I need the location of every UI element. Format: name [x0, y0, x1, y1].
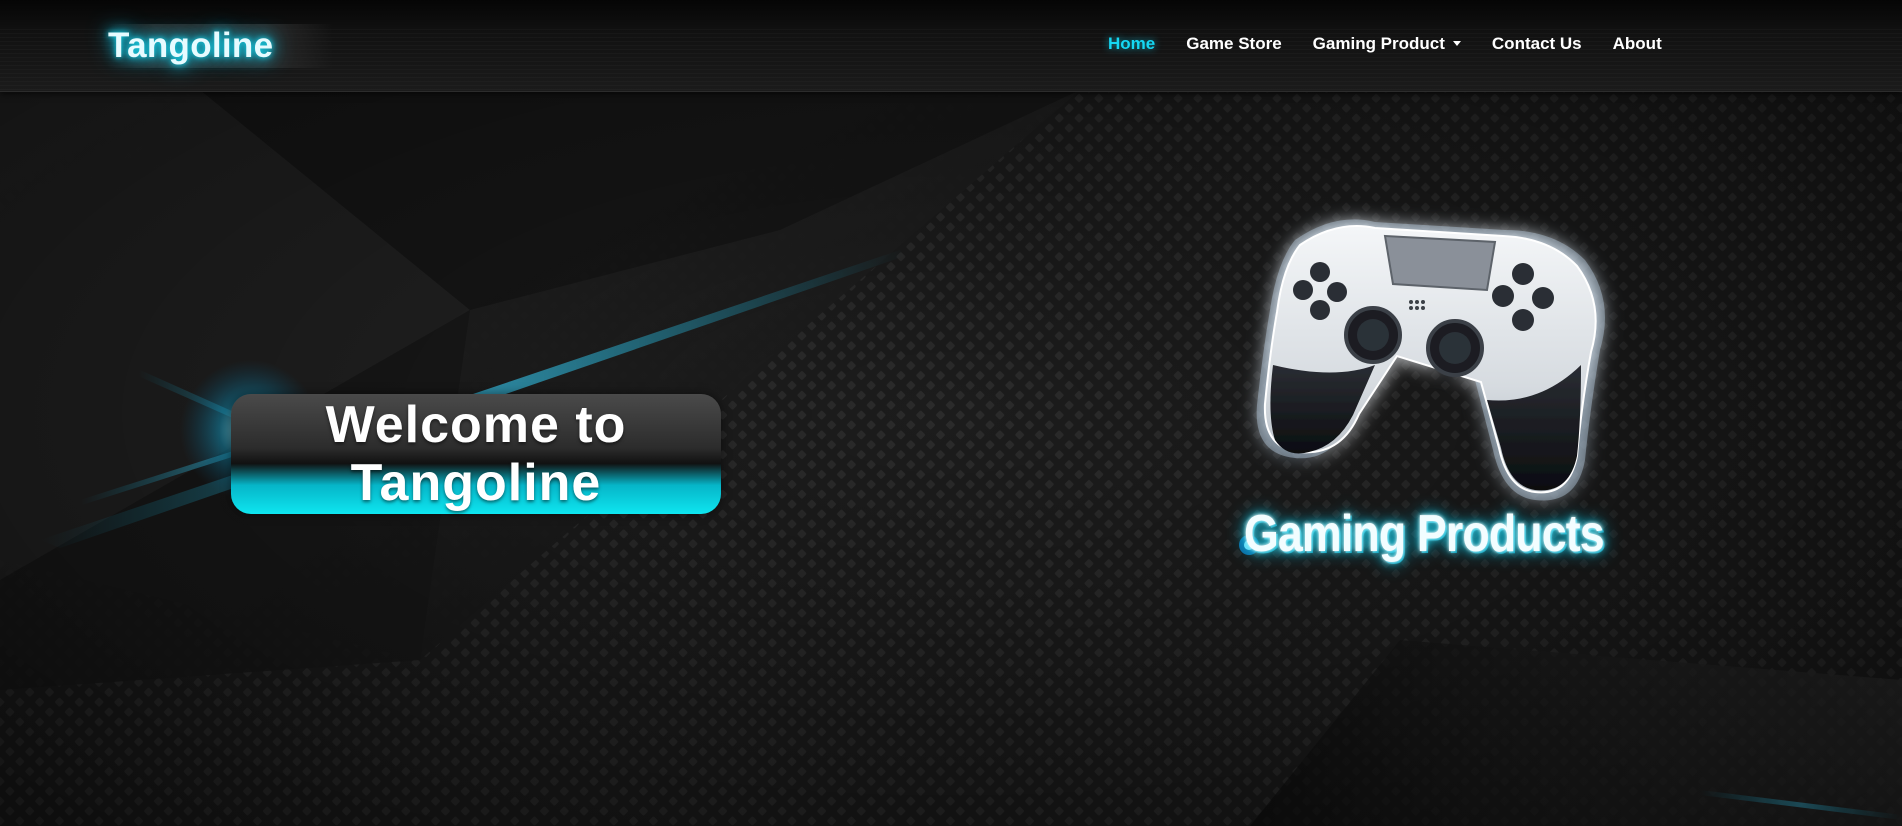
gaming-products-label[interactable]: Gaming Products: [1244, 504, 1605, 574]
nav-gaming-product-label: Gaming Product: [1312, 34, 1445, 53]
welcome-banner: Welcome to Tangoline: [231, 394, 721, 514]
nav-home-link[interactable]: Home: [1108, 34, 1155, 54]
nav-about-link[interactable]: About: [1613, 34, 1662, 54]
nav-game-store-link[interactable]: Game Store: [1186, 34, 1281, 54]
caret-down-icon: [1452, 41, 1461, 46]
welcome-line-1: Welcome to: [325, 396, 627, 454]
main-nav: Home Game Store Gaming Product Contact U…: [1108, 32, 1693, 56]
nav-contact-us-link[interactable]: Contact Us: [1492, 34, 1582, 54]
top-navbar: Tangoline Home Game Store Gaming Product…: [0, 0, 1902, 92]
gamepad-icon[interactable]: [1225, 200, 1625, 530]
nav-gaming-product-dropdown[interactable]: Gaming Product: [1313, 34, 1461, 54]
welcome-line-2: Tangoline: [350, 454, 602, 512]
brand-logo[interactable]: Tangoline: [108, 24, 334, 68]
